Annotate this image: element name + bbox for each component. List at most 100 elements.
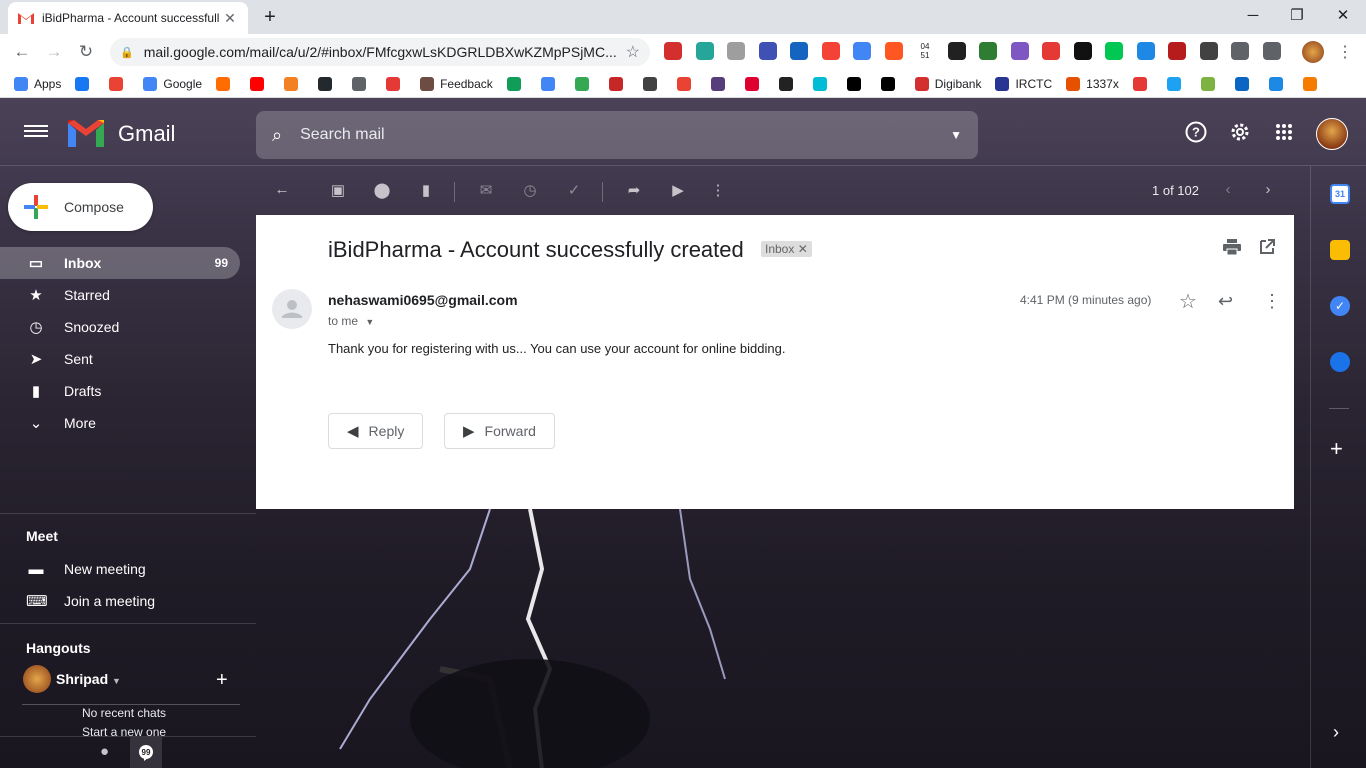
- bookmark-item[interactable]: Google: [143, 76, 202, 91]
- bookmark-item[interactable]: [284, 76, 304, 91]
- move-to-icon[interactable]: ➦: [622, 181, 646, 199]
- bookmark-item[interactable]: [1132, 76, 1153, 91]
- extension-icon[interactable]: [790, 42, 808, 60]
- bookmark-item[interactable]: [574, 76, 595, 91]
- extension-icon[interactable]: [727, 42, 745, 60]
- print-icon[interactable]: [1223, 239, 1241, 260]
- label-tag-icon[interactable]: ▶: [666, 181, 690, 199]
- hangouts-chat-icon[interactable]: 99: [130, 737, 162, 768]
- extension-icon[interactable]: [1105, 42, 1123, 60]
- bookmark-item[interactable]: [1234, 76, 1255, 91]
- close-window-button[interactable]: ✕: [1320, 4, 1366, 26]
- back-icon[interactable]: ←: [6, 36, 38, 68]
- bookmark-item[interactable]: [812, 76, 833, 91]
- reply-arrow-icon[interactable]: ↩: [1218, 291, 1233, 312]
- open-new-window-icon[interactable]: [1259, 239, 1275, 260]
- extension-icon[interactable]: [1010, 42, 1029, 60]
- user-status-caret-icon[interactable]: ▼: [112, 676, 121, 686]
- bookmark-item[interactable]: [778, 76, 799, 91]
- extension-icon[interactable]: [1073, 42, 1092, 60]
- remove-label-icon[interactable]: ✕: [798, 242, 808, 256]
- main-menu-icon[interactable]: [24, 122, 48, 142]
- message-more-icon[interactable]: ⋮: [1263, 291, 1281, 312]
- bookmark-item[interactable]: [1200, 76, 1221, 91]
- bookmark-item[interactable]: [1268, 76, 1289, 91]
- restore-button[interactable]: ❐: [1274, 4, 1320, 26]
- bookmark-item[interactable]: [216, 76, 236, 91]
- tab-close-icon[interactable]: ✕: [222, 10, 238, 27]
- recipient-details[interactable]: to me ▼: [328, 314, 374, 328]
- delete-trash-icon[interactable]: ▮: [414, 181, 438, 199]
- bookmark-item[interactable]: [318, 76, 338, 91]
- browser-menu-icon[interactable]: ⋮: [1336, 42, 1354, 61]
- inbox-label-badge[interactable]: Inbox ✕: [761, 241, 812, 257]
- bookmark-item[interactable]: Digibank: [914, 76, 981, 91]
- extension-icon[interactable]: [695, 42, 714, 60]
- get-addons-plus-icon[interactable]: +: [1330, 436, 1343, 462]
- bookmark-item[interactable]: [506, 76, 527, 91]
- keep-notes-icon[interactable]: [1330, 240, 1350, 260]
- more-actions-icon[interactable]: ⋮: [706, 181, 730, 199]
- extension-icon[interactable]: [1136, 42, 1155, 60]
- sender-email[interactable]: nehaswami0695@gmail.com: [328, 292, 518, 308]
- sidebar-item-drafts[interactable]: ▮ Drafts: [0, 375, 240, 407]
- reload-icon[interactable]: ↻: [70, 36, 102, 68]
- bookmark-item[interactable]: [676, 76, 697, 91]
- new-chat-plus-icon[interactable]: +: [216, 669, 228, 692]
- hangouts-user-name[interactable]: Shripad ▼: [56, 671, 121, 687]
- extension-icon[interactable]: [947, 42, 966, 60]
- extension-icon[interactable]: [1199, 42, 1218, 60]
- search-input[interactable]: ⌕ Search mail ▼: [256, 111, 978, 159]
- new-tab-button[interactable]: +: [256, 5, 284, 29]
- join-meeting-button[interactable]: ⌨ Join a meeting: [0, 585, 240, 617]
- bookmark-item[interactable]: [109, 76, 129, 91]
- extension-icon[interactable]: [853, 42, 871, 60]
- bookmark-item[interactable]: IRCTC: [995, 76, 1052, 91]
- extension-icon[interactable]: [821, 42, 840, 60]
- minimize-button[interactable]: ─: [1230, 4, 1276, 26]
- sidebar-item-inbox[interactable]: ▭ Inbox 99: [0, 247, 240, 279]
- help-icon[interactable]: ?: [1184, 120, 1208, 144]
- extension-icon[interactable]: [1231, 42, 1249, 60]
- newer-chevron-left-icon[interactable]: ‹: [1216, 181, 1240, 198]
- extension-icon[interactable]: [1262, 42, 1281, 60]
- bookmark-item[interactable]: [710, 76, 731, 91]
- older-chevron-right-icon[interactable]: ›: [1256, 181, 1280, 198]
- bookmark-star-icon[interactable]: ☆: [626, 42, 640, 62]
- sidebar-item-sent[interactable]: ➤ Sent: [0, 343, 240, 375]
- bookmark-item[interactable]: Apps: [14, 76, 61, 91]
- forward-button[interactable]: ▶ Forward: [444, 413, 555, 449]
- add-task-icon[interactable]: ✓: [562, 181, 586, 199]
- mark-unread-icon[interactable]: ✉: [474, 181, 498, 199]
- clock-extension-icon[interactable]: 04 51: [916, 42, 934, 60]
- bookmark-item[interactable]: [250, 76, 270, 91]
- show-details-caret-icon[interactable]: ▼: [365, 317, 374, 327]
- sidebar-item-more[interactable]: ⌄ More: [0, 407, 240, 439]
- extension-icon[interactable]: [979, 42, 997, 60]
- extension-icon[interactable]: [758, 42, 777, 60]
- search-icon[interactable]: ⌕: [272, 125, 282, 146]
- bookmark-item[interactable]: 1337x: [1066, 76, 1119, 91]
- tasks-icon[interactable]: ✓: [1330, 296, 1350, 316]
- calendar-icon[interactable]: 31: [1330, 184, 1350, 204]
- bookmark-item[interactable]: [846, 76, 867, 91]
- bookmark-item[interactable]: [608, 76, 629, 91]
- snooze-clock-icon[interactable]: ◷: [518, 181, 542, 199]
- settings-gear-icon[interactable]: [1228, 120, 1252, 144]
- extension-icon[interactable]: [1042, 42, 1060, 60]
- extension-icon[interactable]: [664, 42, 682, 60]
- search-options-icon[interactable]: ▼: [950, 128, 962, 142]
- address-bar[interactable]: 🔒 mail.google.com/mail/ca/u/2/#inbox/FMf…: [110, 38, 650, 66]
- new-meeting-button[interactable]: ▬ New meeting: [0, 553, 240, 585]
- sidebar-item-starred[interactable]: ★ Starred: [0, 279, 240, 311]
- sidebar-item-snoozed[interactable]: ◷ Snoozed: [0, 311, 240, 343]
- profile-avatar-icon[interactable]: [1302, 41, 1324, 63]
- browser-tab[interactable]: iBidPharma - Account successfull ✕: [8, 2, 248, 34]
- bookmark-item[interactable]: [880, 76, 901, 91]
- reply-button[interactable]: ◀ Reply: [328, 413, 424, 449]
- forward-icon[interactable]: →: [38, 36, 70, 68]
- bookmark-item[interactable]: [386, 76, 406, 91]
- extension-icon[interactable]: [884, 42, 903, 60]
- archive-icon[interactable]: ▣: [326, 181, 350, 199]
- account-avatar[interactable]: [1316, 118, 1348, 150]
